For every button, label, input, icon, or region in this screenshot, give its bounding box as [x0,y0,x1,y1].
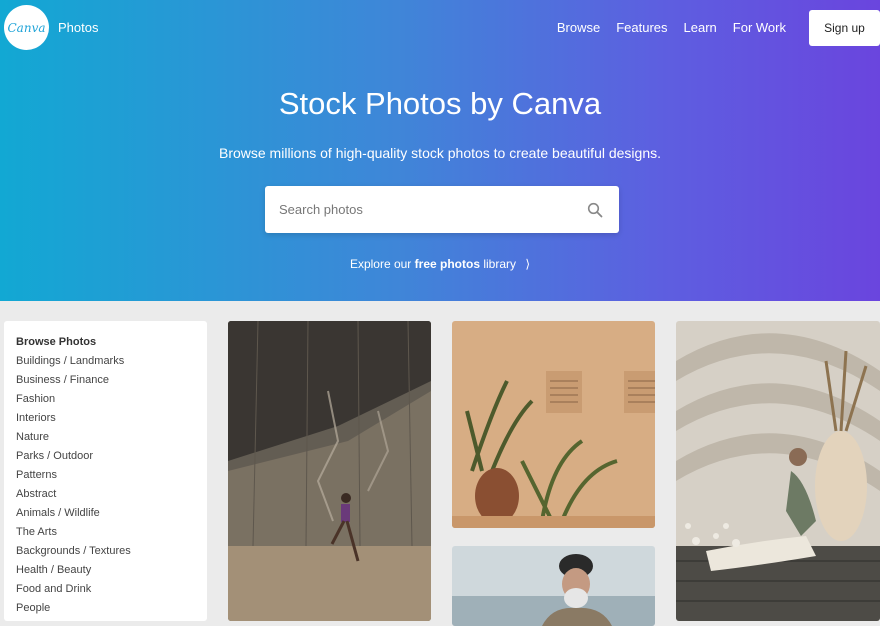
sidebar-item-health[interactable]: Health / Beauty [16,563,195,582]
nav-browse[interactable]: Browse [557,20,600,35]
nav-for-work[interactable]: For Work [733,20,786,35]
hero-subtitle: Browse millions of high-quality stock ph… [218,145,661,161]
explore-bold: free photos [414,257,480,271]
sidebar-item-interiors[interactable]: Interiors [16,411,195,430]
photo-old-man[interactable] [452,546,655,626]
page-title: Stock Photos by Canva [278,86,602,121]
photo-runner[interactable] [228,321,431,621]
sidebar-item-patterns[interactable]: Patterns [16,468,195,487]
sidebar-item-nature[interactable]: Nature [16,430,195,449]
explore-prefix: Explore our [349,257,412,271]
sidebar-item-arts[interactable]: The Arts [16,525,195,544]
sidebar-item-food[interactable]: Food and Drink [16,582,195,601]
hero-banner: Canva Photos Browse Features Learn For W… [0,0,880,301]
signup-button[interactable]: Sign up [809,10,880,46]
sidebar-item-buildings[interactable]: Buildings / Landmarks [16,354,195,373]
explore-suffix: library [483,257,517,271]
logo-text: Canva [7,20,46,35]
sidebar-item-fashion[interactable]: Fashion [16,392,195,411]
browse-sidebar: Browse Photos Buildings / Landmarks Busi… [4,321,207,621]
nav-features[interactable]: Features [616,20,667,35]
top-nav: Browse Features Learn For Work [557,20,786,35]
sidebar-item-people[interactable]: People [16,601,195,620]
sidebar-item-backgrounds[interactable]: Backgrounds / Textures [16,544,195,563]
photo-woman-vase[interactable] [676,321,880,621]
chevron-right-icon: ⟩ [525,257,531,271]
search-box [265,186,619,233]
sidebar-item-parks[interactable]: Parks / Outdoor [16,449,195,468]
brand-label[interactable]: Photos [58,20,98,35]
search-input[interactable] [279,186,579,233]
photo-plants-wall[interactable] [452,321,655,528]
sidebar-item-animals[interactable]: Animals / Wildlife [16,506,195,525]
explore-link[interactable]: Explore our free photos library ⟩ [0,257,880,271]
canva-logo[interactable]: Canva [4,5,49,50]
nav-learn[interactable]: Learn [684,20,717,35]
sidebar-item-abstract[interactable]: Abstract [16,487,195,506]
sidebar-item-business[interactable]: Business / Finance [16,373,195,392]
sidebar-heading: Browse Photos [16,336,97,348]
search-icon[interactable] [587,202,603,218]
